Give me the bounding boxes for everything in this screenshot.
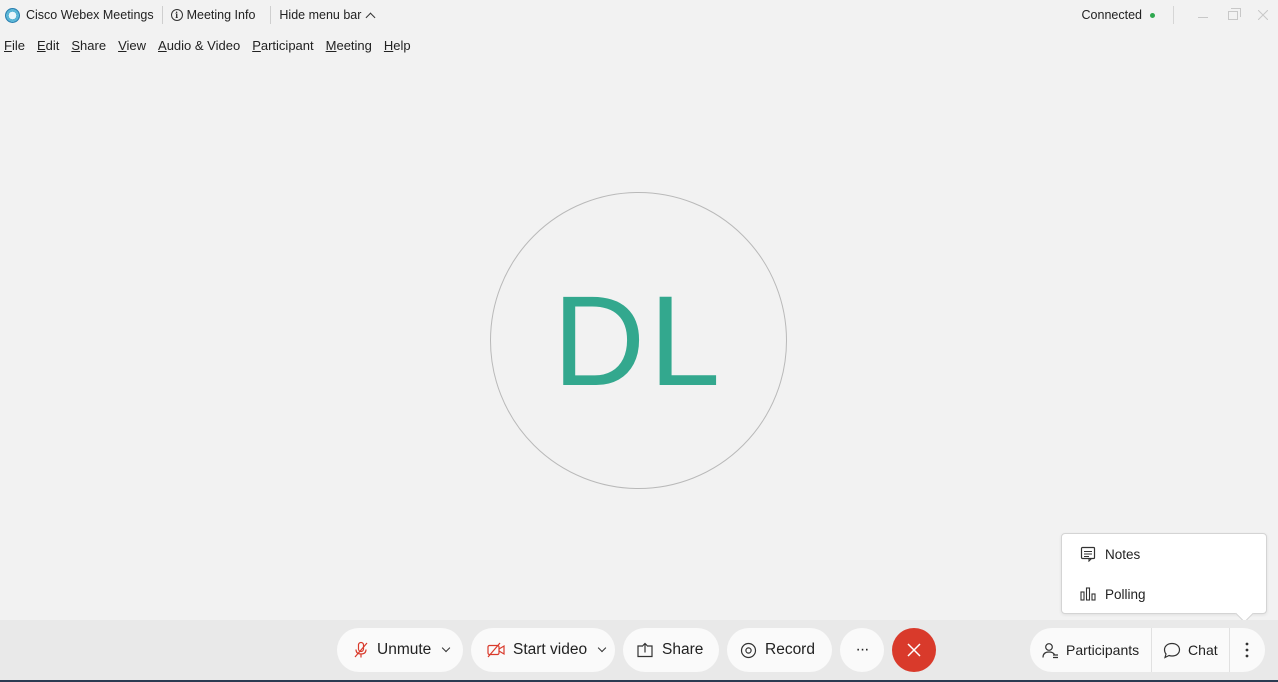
chevron-down-icon[interactable] (597, 643, 607, 653)
close-icon (1258, 10, 1268, 20)
participants-button[interactable]: Participants (1030, 628, 1151, 672)
microphone-muted-icon (353, 641, 369, 659)
participants-label: Participants (1066, 642, 1140, 658)
avatar-initials: DL (552, 270, 725, 413)
chevron-down-icon[interactable] (442, 643, 451, 653)
app-title: Cisco Webex Meetings (0, 0, 154, 30)
connection-dot-icon (1150, 12, 1155, 18)
menu-view[interactable]: View (118, 38, 146, 53)
hide-menu-bar-label: Hide menu bar (279, 8, 362, 22)
menu-help[interactable]: Help (384, 38, 411, 53)
menu-participant[interactable]: Participant (252, 38, 313, 53)
menu-edit-mnemonic: E (36, 37, 46, 53)
polling-icon (1079, 585, 1097, 603)
vertical-ellipsis-icon (1245, 642, 1249, 658)
menu-meeting-label: eeting (336, 37, 372, 53)
chevron-up-icon (365, 12, 376, 22)
video-off-icon (487, 642, 505, 658)
popup-item-polling[interactable]: Polling (1062, 574, 1266, 614)
menu-participant-label: articipant (260, 37, 314, 53)
meeting-info-button[interactable]: i Meeting Info (170, 0, 256, 30)
minimize-icon (1198, 16, 1208, 18)
unmute-label: Unmute (377, 641, 432, 658)
connection-status: Connected (1081, 8, 1142, 22)
app-name: Cisco Webex Meetings (26, 8, 154, 22)
more-options-icon: ··· (855, 641, 870, 658)
more-panels-button[interactable] (1230, 628, 1265, 672)
menu-help-label: elp (393, 37, 411, 53)
menu-audio-video-label: udio & Video (166, 37, 241, 53)
title-divider (161, 6, 163, 24)
record-icon (740, 642, 757, 659)
start-video-button[interactable]: Start video (471, 628, 615, 672)
more-options-popup: Notes Polling (1061, 533, 1267, 614)
menu-share[interactable]: Share (71, 38, 106, 53)
close-icon (907, 643, 921, 657)
menu-edit[interactable]: Edit (37, 38, 59, 53)
menu-file-label: ile (11, 37, 25, 53)
menu-share-label: hare (80, 37, 107, 53)
end-meeting-button[interactable] (892, 628, 936, 672)
menu-view-mnemonic: V (118, 37, 127, 53)
menu-share-mnemonic: S (71, 37, 81, 53)
title-divider (270, 6, 272, 24)
participants-icon (1042, 642, 1059, 659)
record-label: Record (765, 641, 815, 658)
restore-icon (1228, 7, 1241, 20)
menu-file-mnemonic: F (4, 37, 12, 53)
webex-logo-icon (5, 7, 20, 23)
info-icon: i (170, 9, 183, 21)
minimize-button[interactable] (1188, 0, 1218, 30)
menu-view-label: iew (126, 37, 147, 53)
popup-item-polling-label: Polling (1105, 586, 1146, 602)
unmute-button[interactable]: Unmute (337, 628, 463, 672)
close-window-button[interactable] (1248, 0, 1278, 30)
menu-help-mnemonic: H (383, 37, 394, 53)
menu-meeting-mnemonic: M (325, 37, 337, 53)
meeting-control-bar: Unmute Start video Share Record ··· Part… (0, 620, 1278, 682)
notes-icon (1079, 545, 1097, 563)
menu-edit-label: dit (45, 37, 60, 53)
title-bar: Cisco Webex Meetings i Meeting Info Hide… (0, 0, 1278, 30)
menu-audio-video-mnemonic: A (158, 37, 167, 53)
menu-audio-video[interactable]: Audio & Video (158, 38, 240, 53)
chat-label: Chat (1188, 642, 1218, 658)
chat-button[interactable]: Chat (1152, 628, 1229, 672)
meeting-info-label: Meeting Info (186, 8, 256, 22)
menu-bar: File Edit Share View Audio & Video Parti… (0, 32, 419, 58)
participant-avatar: DL (490, 192, 787, 489)
menu-participant-mnemonic: P (252, 37, 261, 53)
more-options-button[interactable]: ··· (840, 628, 884, 672)
menu-meeting[interactable]: Meeting (326, 38, 372, 53)
share-label: Share (662, 641, 704, 658)
start-video-label: Start video (513, 641, 588, 658)
popup-item-notes[interactable]: Notes (1062, 534, 1266, 574)
maximize-button[interactable] (1218, 0, 1248, 30)
popup-item-notes-label: Notes (1105, 546, 1141, 562)
hide-menu-bar-button[interactable]: Hide menu bar (279, 0, 376, 30)
share-icon (636, 642, 654, 658)
share-button[interactable]: Share (623, 628, 719, 672)
record-button[interactable]: Record (727, 628, 832, 672)
chat-icon (1163, 642, 1181, 659)
panel-buttons-group: Participants Chat (1030, 628, 1265, 672)
menu-file[interactable]: File (4, 38, 25, 53)
window-controls-divider (1173, 6, 1174, 24)
